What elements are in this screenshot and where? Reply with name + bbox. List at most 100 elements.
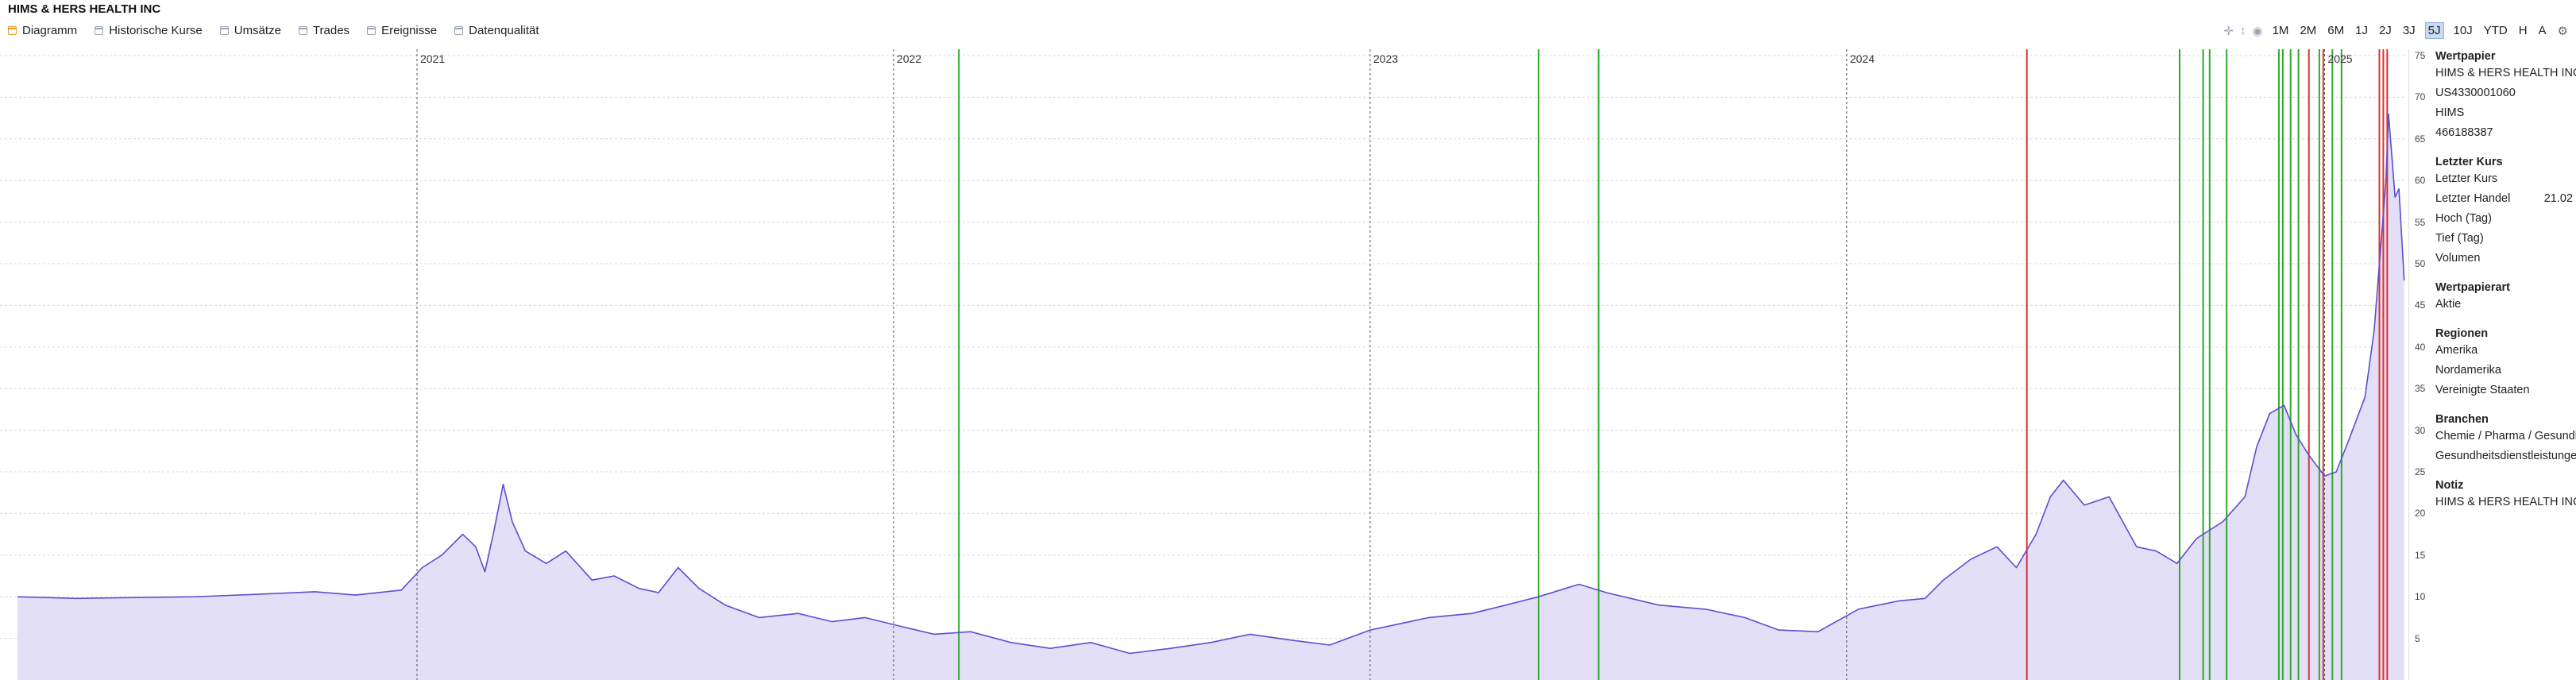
view-tabs: Diagramm Historische Kurse Umsätze Trade…	[8, 24, 557, 37]
year-label: 2024	[1849, 52, 1875, 65]
eye-icon[interactable]: ◉	[2253, 24, 2263, 38]
panel-row: HIMS & HERS HEALTH INC	[2435, 64, 2576, 83]
crosshair-icon[interactable]: ✛	[2223, 24, 2234, 38]
tab-label: Diagramm	[22, 24, 78, 37]
tab-trades[interactable]: Trades	[298, 24, 350, 37]
range-6m[interactable]: 6M	[2326, 22, 2346, 39]
year-label: 2023	[1373, 52, 1399, 65]
y-tick-label: 10	[2415, 591, 2426, 603]
panel-row: Aktie	[2435, 295, 2576, 315]
panel-row-label: Letzter Handel	[2435, 192, 2511, 205]
price-chart[interactable]	[0, 49, 2407, 680]
panel-row: Letzter Handel 21.02	[2435, 189, 2576, 209]
year-label: 2025	[2327, 52, 2353, 65]
panel-section-heading: Letzter Kurs	[2435, 156, 2503, 168]
panel-section-heading: Wertpapier	[2435, 50, 2496, 63]
range-1m[interactable]: 1M	[2271, 22, 2291, 39]
range-10j[interactable]: 10J	[2452, 22, 2474, 39]
panel-section-heading: Branchen	[2435, 413, 2489, 426]
panel-row-label: Letzter Kurs	[2435, 172, 2498, 185]
panel-row: Volumen	[2435, 249, 2576, 269]
vertical-measure-icon[interactable]: ↕	[2240, 24, 2246, 37]
gear-icon[interactable]: ⚙	[2558, 24, 2568, 38]
y-tick-label: 20	[2415, 508, 2426, 520]
security-title: HIMS & HERS HEALTH INC	[8, 2, 161, 16]
panel-row: HIMS & HERS HEALTH INC	[2435, 493, 2576, 512]
panel-row-label: HIMS & HERS HEALTH INC	[2435, 67, 2576, 79]
panel-row: Tief (Tag)	[2435, 229, 2576, 249]
panel-row: 466188387	[2435, 123, 2576, 143]
range-3j[interactable]: 3J	[2401, 22, 2417, 39]
y-tick-label: 75	[2415, 50, 2426, 61]
y-axis-line	[2408, 49, 2409, 680]
y-tick-label: 70	[2415, 91, 2426, 103]
panel-row-label: 466188387	[2435, 126, 2493, 139]
tab-label: Ereignisse	[381, 24, 438, 37]
panel-row-label: HIMS & HERS HEALTH INC	[2435, 496, 2576, 508]
security-info-panel: Wertpapier HIMS & HERS HEALTH INC US433000…	[2435, 49, 2576, 680]
panel-row-label: Tief (Tag)	[2435, 232, 2484, 245]
panel-section-heading: Regionen	[2435, 327, 2489, 340]
tab-diagramm[interactable]: Diagramm	[8, 24, 77, 37]
y-tick-label: 5	[2415, 632, 2420, 644]
window-icon	[454, 26, 464, 35]
window-icon	[298, 26, 307, 35]
y-tick-label: 30	[2415, 424, 2426, 436]
window-icon	[95, 26, 104, 35]
y-tick-label: 60	[2415, 175, 2426, 187]
panel-row-label: HIMS	[2435, 106, 2465, 119]
tab-label: Umsätze	[234, 24, 281, 37]
range-5j[interactable]: 5J	[2424, 22, 2444, 39]
panel-row: HIMS	[2435, 103, 2576, 123]
year-label: 2022	[896, 52, 922, 65]
tab-label: Trades	[312, 24, 350, 37]
y-tick-label: 40	[2415, 341, 2426, 353]
panel-row: Chemie / Pharma / Gesundheit	[2435, 427, 2576, 446]
panel-row: Vereinigte Staaten	[2435, 381, 2576, 400]
window-icon	[219, 26, 229, 35]
y-tick-label: 45	[2415, 299, 2426, 311]
tab-label: Datenqualität	[469, 24, 539, 37]
price-area	[17, 114, 2404, 680]
y-tick-label: 15	[2415, 549, 2426, 561]
window-icon	[367, 26, 377, 35]
panel-row: US4330001060	[2435, 83, 2576, 103]
range-h[interactable]: H	[2517, 22, 2529, 39]
panel-row-label: Vereinigte Staaten	[2435, 384, 2530, 396]
tab-datenqualitaet[interactable]: Datenqualität	[454, 24, 539, 37]
window-icon	[8, 26, 17, 35]
panel-row-label: Nordamerika	[2435, 364, 2501, 377]
y-axis: 5 10 15 20 25 30 35 40 45 50 55 60 65 70 75	[2407, 49, 2435, 680]
y-tick-label: 65	[2415, 133, 2426, 145]
panel-row: Letzter Kurs	[2435, 169, 2576, 189]
panel-row-value: 21.02	[2543, 192, 2573, 205]
range-ytd[interactable]: YTD	[2482, 22, 2509, 39]
tab-umsaetze[interactable]: Umsätze	[219, 24, 281, 37]
panel-row: Amerika	[2435, 341, 2576, 361]
panel-row: Gesundheitsdienstleistungen	[2435, 446, 2576, 466]
panel-section-heading: Wertpapierart	[2435, 281, 2511, 294]
panel-section-heading: Notiz	[2435, 479, 2464, 492]
panel-row: Nordamerika	[2435, 361, 2576, 381]
y-tick-label: 55	[2415, 216, 2426, 228]
range-a[interactable]: A	[2537, 22, 2548, 39]
year-label: 2021	[419, 52, 446, 65]
panel-row: Hoch (Tag)	[2435, 209, 2576, 229]
y-tick-label: 25	[2415, 466, 2426, 477]
tab-ereignisse[interactable]: Ereignisse	[367, 24, 437, 37]
panel-row-label: Amerika	[2435, 344, 2478, 357]
panel-row-label: Hoch (Tag)	[2435, 212, 2492, 225]
chart-toolbar: ✛ ↕ ◉ 1M 2M 6M 1J 2J 3J 5J 10J YTD H A ⚙	[2217, 22, 2568, 39]
range-2j[interactable]: 2J	[2377, 22, 2393, 39]
tab-historische-kurse[interactable]: Historische Kurse	[95, 24, 203, 37]
panel-row-label: Gesundheitsdienstleistungen	[2435, 450, 2576, 462]
panel-row-label: Volumen	[2435, 252, 2481, 265]
range-2m[interactable]: 2M	[2298, 22, 2318, 39]
panel-row-label: Aktie	[2435, 298, 2462, 311]
y-tick-label: 50	[2415, 258, 2426, 269]
tab-label: Historische Kurse	[109, 24, 203, 37]
range-1j[interactable]: 1J	[2354, 22, 2369, 39]
y-tick-label: 35	[2415, 383, 2426, 395]
panel-row-label: Chemie / Pharma / Gesundheit	[2435, 430, 2576, 442]
panel-row-label: US4330001060	[2435, 87, 2516, 99]
